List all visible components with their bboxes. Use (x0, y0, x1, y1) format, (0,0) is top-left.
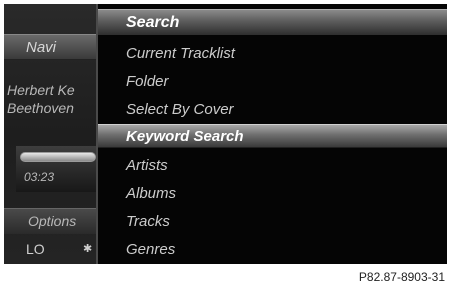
options-button[interactable]: Options (4, 208, 96, 234)
head-unit-screen: Navi Herbert Ke Beethoven 03:23 Options … (4, 4, 447, 264)
track-progress-bar (20, 152, 96, 162)
menu-item-artists[interactable]: Artists (98, 154, 447, 178)
fan-icon: ✱ (83, 243, 93, 255)
lo-label: LO (26, 241, 45, 257)
navi-button[interactable]: Navi (4, 34, 96, 60)
menu-item-keyword-search[interactable]: Keyword Search (98, 124, 447, 148)
track-artist: Herbert Ke (7, 82, 75, 98)
menu-item-select-by-cover[interactable]: Select By Cover (98, 98, 447, 122)
search-menu: Search Current Tracklist Folder Select B… (96, 4, 447, 264)
menu-header: Search (98, 9, 447, 35)
menu-item-tracks[interactable]: Tracks (98, 210, 447, 234)
menu-item-albums[interactable]: Albums (98, 182, 447, 206)
menu-item-current-tracklist[interactable]: Current Tracklist (98, 42, 447, 66)
figure-reference: P82.87-8903-31 (358, 270, 445, 284)
track-time: 03:23 (24, 170, 55, 184)
menu-item-genres[interactable]: Genres (98, 238, 447, 262)
track-album: Beethoven (7, 100, 74, 116)
media-background-panel: Navi Herbert Ke Beethoven 03:23 Options … (4, 4, 96, 264)
menu-item-folder[interactable]: Folder (98, 70, 447, 94)
